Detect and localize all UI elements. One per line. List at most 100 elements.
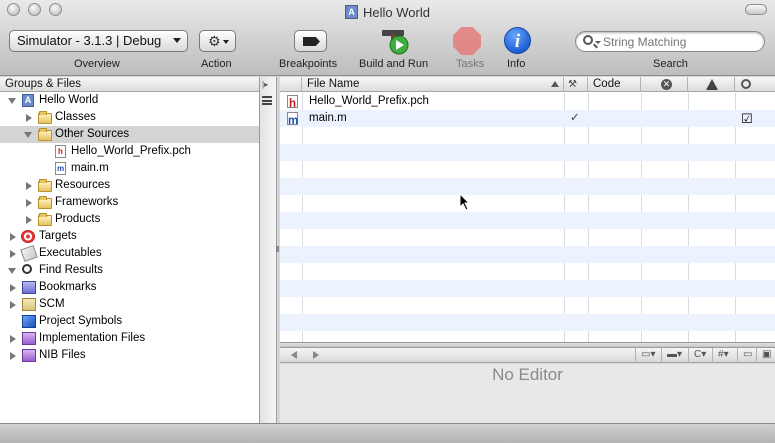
tree-item-label: Find Results <box>39 264 103 276</box>
toolbar: A Hello World Simulator - 3.1.3 | Debug … <box>0 0 775 76</box>
project-icon: A <box>22 94 34 107</box>
stop-tasks-icon[interactable] <box>453 27 481 55</box>
tree-item-executables[interactable]: Executables <box>0 244 259 263</box>
header-file-icon: h <box>55 145 66 158</box>
overview-popup-value: Simulator - 3.1.3 | Debug <box>17 33 162 48</box>
tree-item-label: Frameworks <box>55 196 119 208</box>
hammer-icon: ⚒ <box>568 79 577 90</box>
tree-item-label: Hello World <box>39 94 99 106</box>
build-column-header[interactable]: ⚒ <box>564 77 588 92</box>
errors-column-header[interactable]: ✕ <box>641 77 688 92</box>
editor-area[interactable]: No Editor <box>280 364 775 423</box>
column-menu-icon[interactable] <box>262 96 272 105</box>
symbols-popup[interactable]: ▬▾ <box>661 348 688 363</box>
warning-icon <box>706 79 718 90</box>
disclosure-closed-icon[interactable] <box>26 114 32 122</box>
tree-item-implementation-files[interactable]: Implementation Files <box>0 330 259 347</box>
file-type-column-header[interactable] <box>280 77 302 92</box>
disclosure-open-icon[interactable] <box>8 268 16 274</box>
split-view-toggle-icon[interactable]: |▸ <box>262 80 268 89</box>
header-file-icon: h <box>287 95 298 110</box>
includes-popup-label: # <box>718 349 724 360</box>
target-membership-checkbox[interactable]: ☑ <box>741 110 753 127</box>
breakpoint-icon <box>303 37 320 46</box>
tree-item-targets[interactable]: Targets <box>0 228 259 245</box>
includes-popup[interactable]: #▾ <box>712 348 737 363</box>
tree-item-nib-files[interactable]: NIB Files <box>0 347 259 364</box>
split-editor-button[interactable]: ▣ <box>756 348 775 363</box>
gear-icon: ⚙ <box>208 33 221 49</box>
code-column-header[interactable]: Code <box>588 77 641 92</box>
table-row <box>280 195 775 212</box>
overview-popup[interactable]: Simulator - 3.1.3 | Debug <box>9 30 188 52</box>
tree-item-scm[interactable]: SCM <box>0 296 259 313</box>
window-title: A Hello World <box>0 3 775 20</box>
warnings-column-header[interactable] <box>688 77 735 92</box>
xcode-project-window: A Hello World Simulator - 3.1.3 | Debug … <box>0 0 775 443</box>
chevron-down-icon <box>223 40 229 44</box>
file-history-popup[interactable]: ▭▾ <box>635 348 661 363</box>
source-file-icon: m <box>55 162 66 175</box>
info-icon[interactable]: i <box>504 27 531 54</box>
disclosure-closed-icon[interactable] <box>10 233 16 241</box>
source-file-icon: m <box>287 112 298 127</box>
tree-item-label: Resources <box>55 179 110 191</box>
chevron-down-icon <box>173 38 181 43</box>
disclosure-closed-icon[interactable] <box>26 216 32 224</box>
disclosure-closed-icon[interactable] <box>10 352 16 360</box>
tree-item-hello-world[interactable]: A Hello World <box>0 92 259 109</box>
tree-item-resources[interactable]: Resources <box>0 177 259 194</box>
groups-and-files-header: Groups & Files <box>0 77 259 92</box>
target-membership-column-header[interactable] <box>735 77 775 92</box>
tree-item-frameworks[interactable]: Frameworks <box>0 194 259 211</box>
tree-item-classes[interactable]: Classes <box>0 109 259 126</box>
build-and-run-icon[interactable] <box>379 26 413 56</box>
splitter-handle[interactable] <box>276 246 279 252</box>
sidebar-scrollbar[interactable] <box>260 77 277 423</box>
window-title-text: Hello World <box>363 4 430 20</box>
forward-arrow-icon[interactable] <box>313 351 319 359</box>
table-row[interactable]: h Hello_World_Prefix.pch <box>280 93 775 110</box>
search-input[interactable] <box>603 33 753 50</box>
disclosure-open-icon[interactable] <box>8 98 16 104</box>
table-row <box>280 246 775 263</box>
disclosure-closed-icon[interactable] <box>10 335 16 343</box>
back-arrow-icon[interactable] <box>291 351 297 359</box>
tree-item-label: Executables <box>39 247 102 259</box>
table-row[interactable]: m main.m ✓ ☑ <box>280 110 775 127</box>
smart-group-icon <box>22 349 36 362</box>
breakpoints-button[interactable] <box>294 30 327 52</box>
file-name-cell: main.m <box>309 112 347 124</box>
tree-item-products[interactable]: Products <box>0 211 259 228</box>
disclosure-closed-icon[interactable] <box>10 284 16 292</box>
file-name-column-header[interactable]: File Name <box>302 77 564 92</box>
search-options-chevron-icon[interactable] <box>595 41 601 44</box>
search-field[interactable] <box>575 31 765 52</box>
disclosure-closed-icon[interactable] <box>26 182 32 190</box>
tree-item-label: Hello_World_Prefix.pch <box>71 145 191 157</box>
tree-item-bookmarks[interactable]: Bookmarks <box>0 279 259 296</box>
table-row <box>280 144 775 161</box>
tree-item-find-results[interactable]: Find Results <box>0 262 259 279</box>
list-header: File Name ⚒ Code ✕ <box>280 77 775 92</box>
tree-item-other-sources[interactable]: Other Sources <box>0 126 259 143</box>
table-row <box>280 178 775 195</box>
tree-item-project-symbols[interactable]: Project Symbols <box>0 313 259 330</box>
cube-icon <box>22 315 36 328</box>
build-and-run-label: Build and Run <box>359 58 429 70</box>
action-button[interactable]: ⚙ <box>199 30 236 52</box>
sort-ascending-icon <box>551 81 559 87</box>
disclosure-closed-icon[interactable] <box>26 199 32 207</box>
disclosure-open-icon[interactable] <box>24 132 32 138</box>
folder-icon <box>38 111 52 124</box>
tree-item-main-m[interactable]: m main.m <box>0 160 259 177</box>
code-column-label: Code <box>593 78 621 90</box>
info-label: Info <box>507 58 526 70</box>
error-icon: ✕ <box>661 79 672 90</box>
bookmarks-popup[interactable]: ▭ <box>737 348 756 363</box>
disclosure-closed-icon[interactable] <box>10 301 16 309</box>
c-popup[interactable]: C▾ <box>688 348 712 363</box>
tasks-label: Tasks <box>456 58 485 70</box>
tree-item-prefix-pch[interactable]: h Hello_World_Prefix.pch <box>0 143 259 160</box>
disclosure-closed-icon[interactable] <box>10 250 16 258</box>
